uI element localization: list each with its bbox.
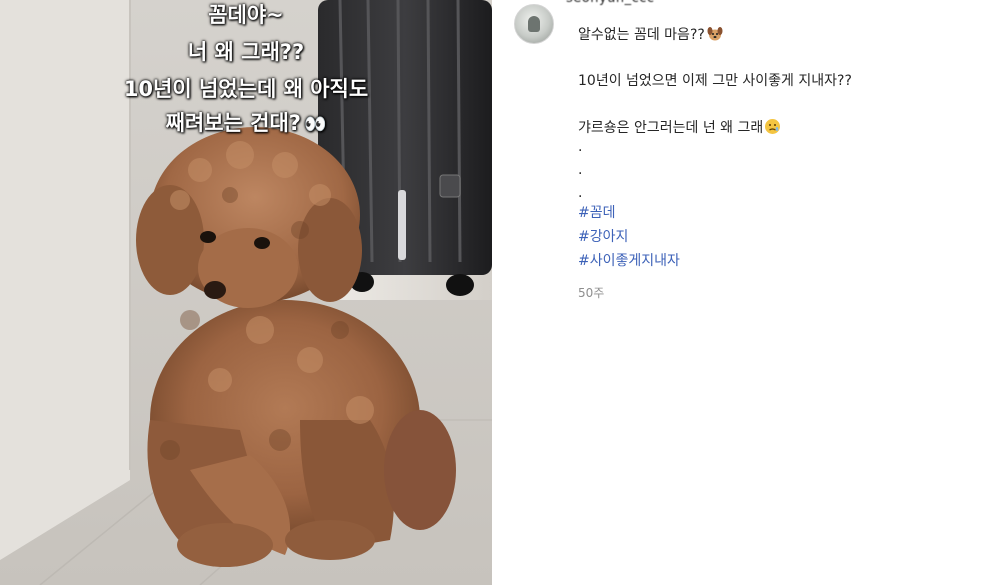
dog-face-icon bbox=[707, 27, 723, 41]
caption-line-3-text: 갸르숑은 안그러는데 넌 왜 그래 bbox=[578, 120, 764, 136]
post-caption-panel: seohyun_ccc 알수없는 꼼데 마음?? 10년이 넘었으면 이제 그만… bbox=[492, 0, 1000, 585]
caption-line-2: 10년이 넘었으면 이제 그만 사이좋게 지내자?? bbox=[578, 73, 852, 89]
worried-face-icon bbox=[765, 119, 781, 134]
caption-dot-3: . bbox=[578, 185, 583, 201]
eyes-emoji-icon: 👀 bbox=[304, 114, 327, 135]
overlay-line-3: 10년이 넘었는데 왜 아직도 bbox=[123, 77, 369, 101]
hashtag-link[interactable]: #강아지 bbox=[578, 228, 628, 247]
post-timestamp: 50주 bbox=[578, 286, 605, 300]
overlay-line-1: 꼼데야~ bbox=[208, 3, 284, 27]
overlay-line-4-text: 째려보는 건대? bbox=[165, 111, 301, 135]
caption-dot-2: . bbox=[578, 162, 583, 178]
post-photo[interactable]: 꼼데야~ 너 왜 그래?? 10년이 넘었는데 왜 아직도 째려보는 건대? 👀 bbox=[0, 0, 492, 585]
caption-line-3: 갸르숑은 안그러는데 넌 왜 그래 bbox=[578, 118, 781, 138]
caption-line-1-text: 알수없는 꼼데 마음?? bbox=[578, 27, 705, 43]
hashtag-link[interactable]: #사이좋게지내자 bbox=[578, 252, 680, 271]
profile-avatar[interactable] bbox=[514, 4, 554, 44]
username[interactable]: seohyun_ccc bbox=[566, 0, 655, 6]
caption-line-1: 알수없는 꼼데 마음?? bbox=[578, 26, 723, 45]
caption-dot-1: . bbox=[578, 139, 583, 155]
photo-caption-overlay: 꼼데야~ 너 왜 그래?? 10년이 넘었는데 왜 아직도 째려보는 건대? 👀 bbox=[60, 0, 432, 141]
overlay-line-4: 째려보는 건대? 👀 bbox=[60, 107, 432, 141]
overlay-line-2: 너 왜 그래?? bbox=[187, 40, 305, 64]
hashtag-link[interactable]: #꼼데 bbox=[578, 204, 616, 223]
avatar-figure bbox=[528, 16, 540, 32]
